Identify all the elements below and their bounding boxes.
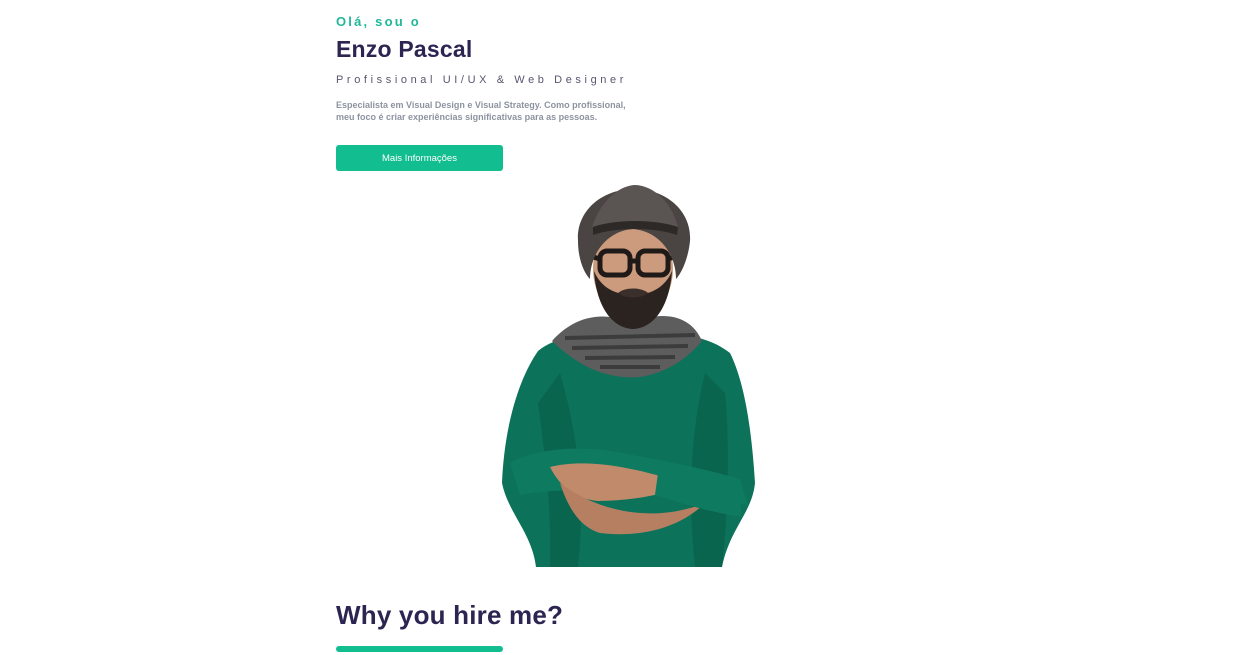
hero-role: Profissional UI/UX & Web Designer xyxy=(336,74,627,86)
more-info-button[interactable]: Mais Informações xyxy=(336,145,503,171)
title-underline xyxy=(336,646,503,652)
page: Olá, sou o Enzo Pascal Profissional UI/U… xyxy=(0,0,1260,655)
hero-name: Enzo Pascal xyxy=(336,36,473,62)
portrait-image xyxy=(502,185,755,567)
why-hire-me-title: Why you hire me? xyxy=(336,600,564,630)
hero-greeting: Olá, sou o xyxy=(336,14,421,29)
hero-description: Especialista em Visual Design e Visual S… xyxy=(336,100,626,122)
